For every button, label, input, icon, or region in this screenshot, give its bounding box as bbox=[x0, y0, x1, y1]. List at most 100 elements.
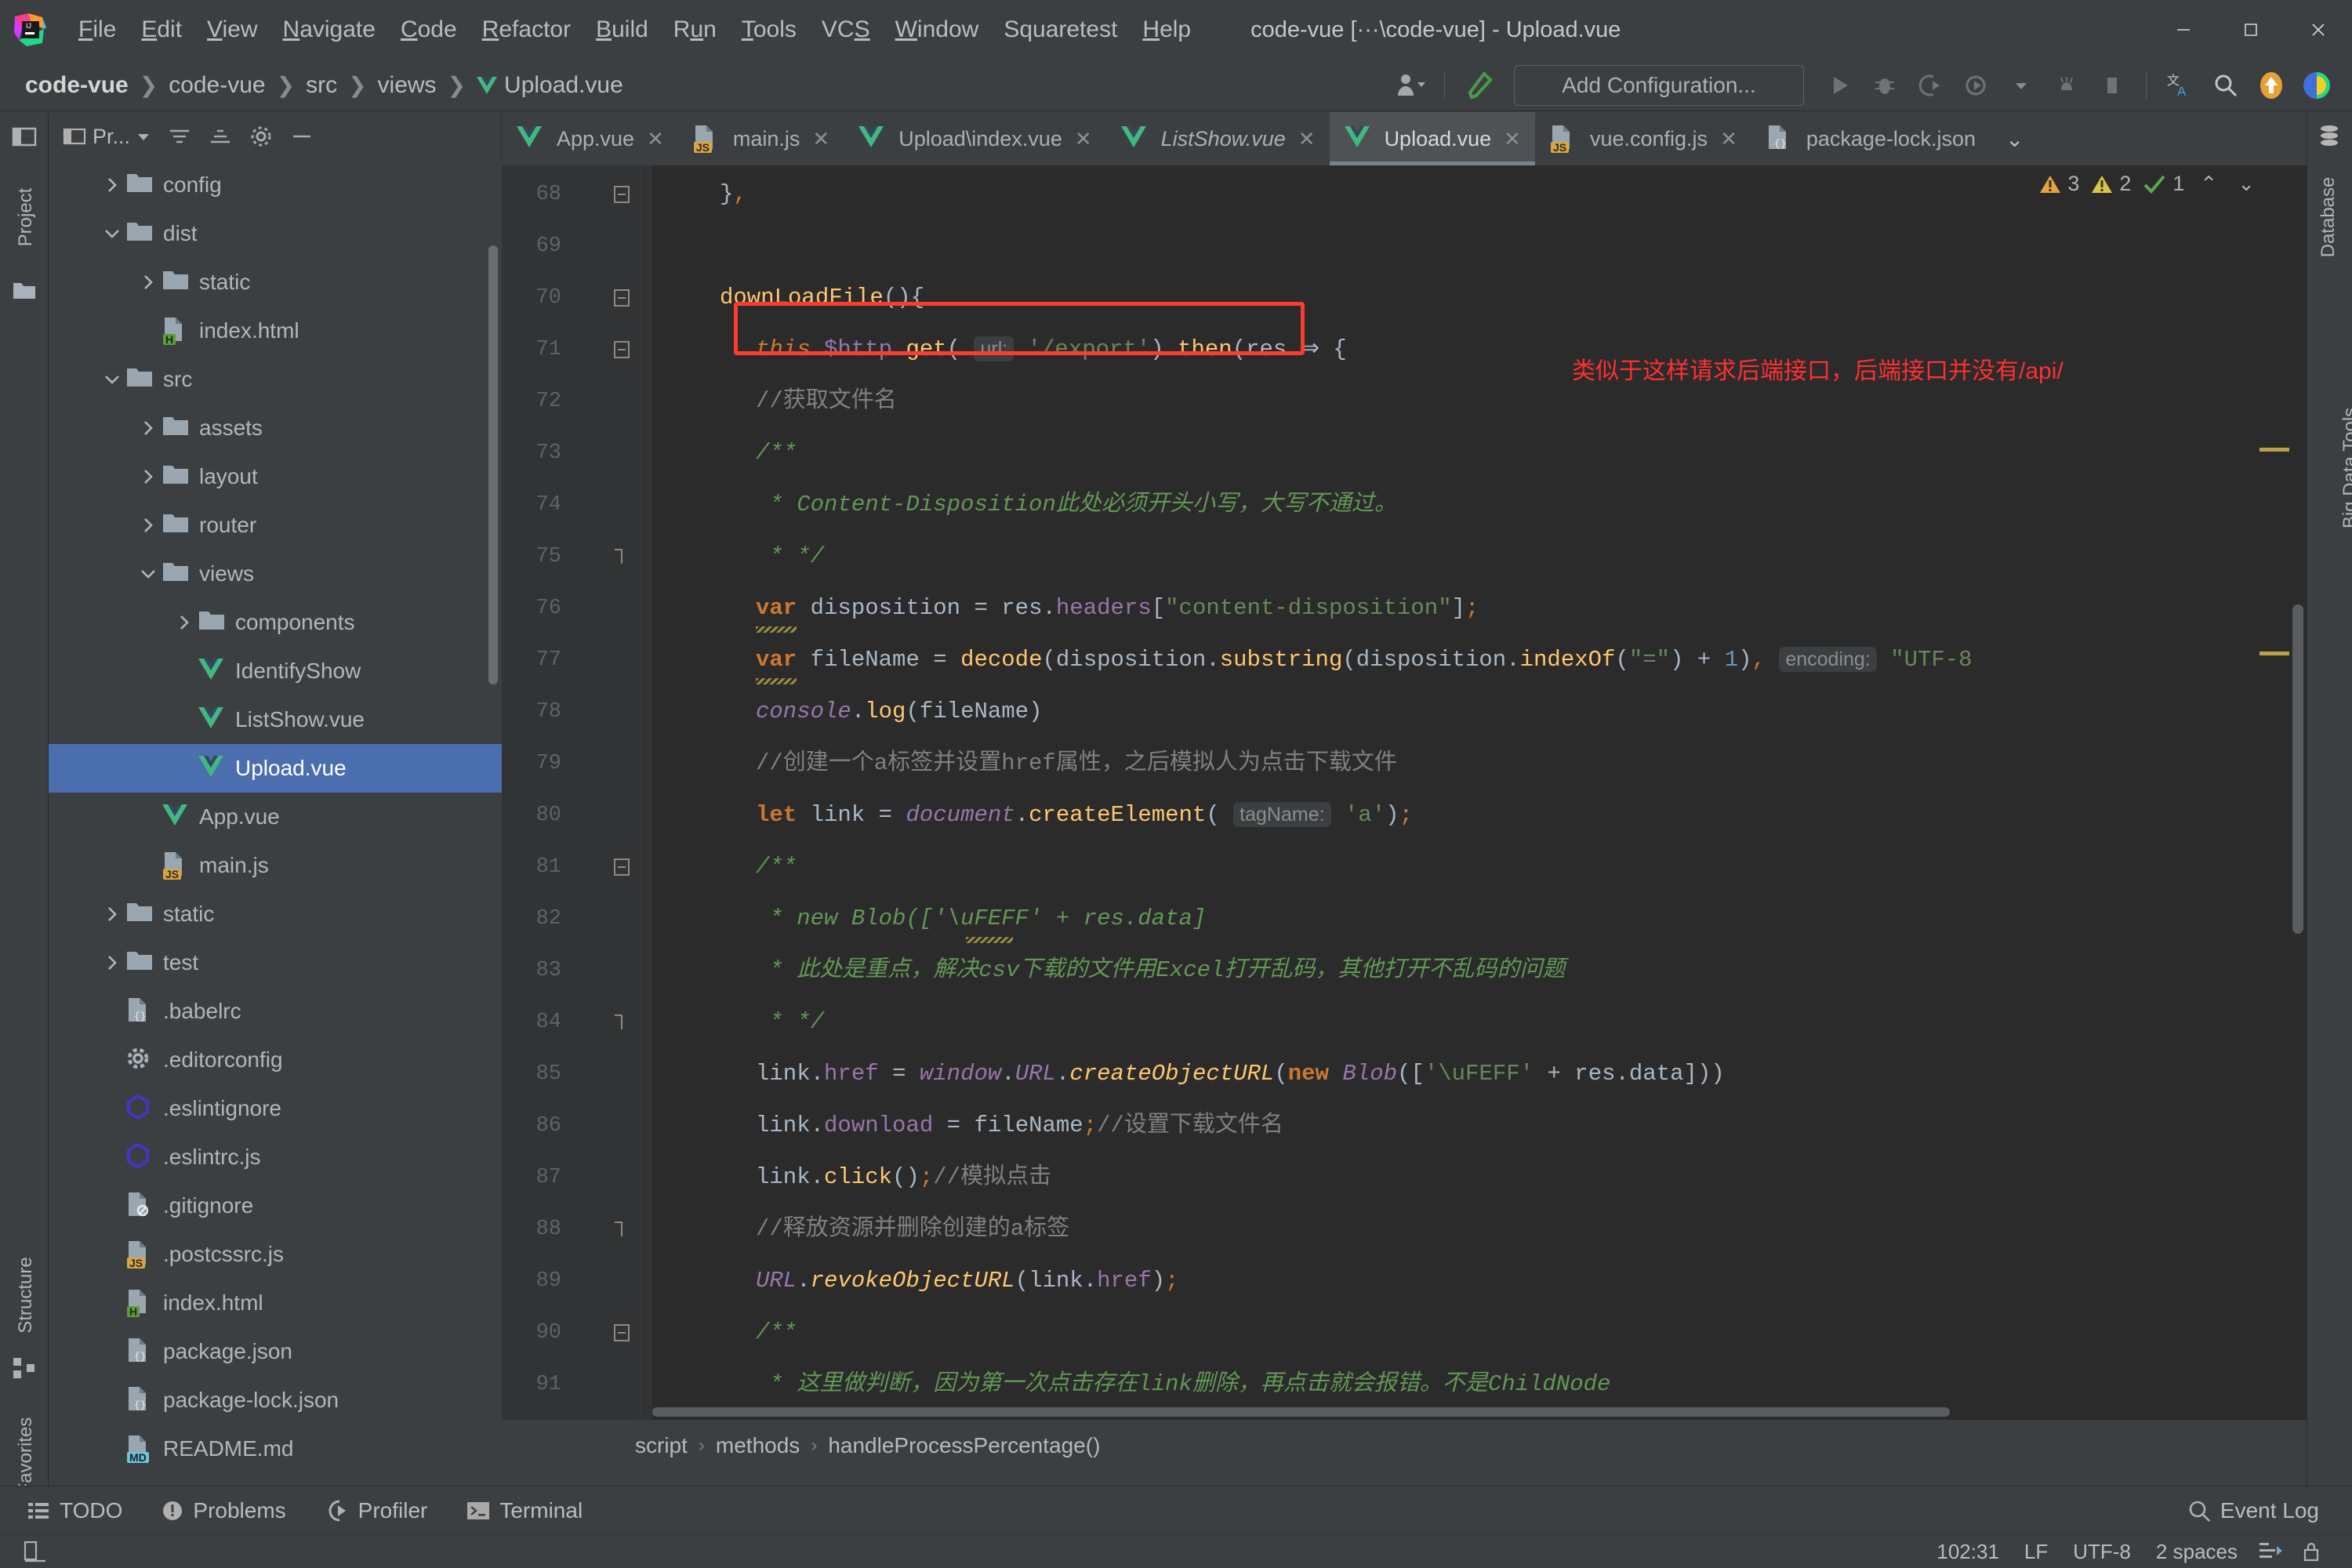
menu-item-vcs[interactable]: VCS bbox=[809, 12, 883, 48]
close-tab-icon[interactable]: ✕ bbox=[1504, 127, 1521, 151]
run-icon[interactable] bbox=[1818, 65, 1860, 106]
project-tree-scrollbar[interactable] bbox=[488, 245, 498, 684]
menu-item-file[interactable]: File bbox=[66, 12, 129, 48]
menu-item-run[interactable]: Run bbox=[661, 12, 729, 48]
tree-node[interactable]: layout bbox=[49, 452, 502, 501]
inspection-warnings-yellow[interactable]: 2 bbox=[2090, 172, 2131, 196]
ide-feature-icon[interactable] bbox=[2296, 65, 2338, 106]
menu-item-navigate[interactable]: Navigate bbox=[270, 12, 388, 48]
menu-item-tools[interactable]: Tools bbox=[729, 12, 809, 48]
tree-node[interactable]: Hindex.html bbox=[49, 1279, 502, 1327]
caret-position[interactable]: 102:31 bbox=[1924, 1537, 2012, 1567]
file-encoding[interactable]: UTF-8 bbox=[2060, 1537, 2143, 1567]
code-fold-marker[interactable] bbox=[610, 1218, 633, 1247]
inspection-widget[interactable]: 3 2 1 ⌃ ⌄ bbox=[2038, 172, 2259, 196]
structure-tool-icon[interactable] bbox=[11, 1355, 38, 1381]
breadcrumb-item-file[interactable]: Upload.vue bbox=[470, 70, 630, 101]
menu-item-view[interactable]: View bbox=[194, 12, 270, 48]
hide-panel-icon[interactable] bbox=[284, 118, 320, 154]
line-separator[interactable]: LF bbox=[2012, 1537, 2060, 1567]
code-line[interactable]: //创建一个a标签并设置href属性，之后模拟人为点击下载文件 bbox=[756, 752, 1397, 775]
chevron-down-icon[interactable] bbox=[99, 366, 125, 393]
code-line[interactable]: link.href = window.URL.createObjectURL(n… bbox=[756, 1062, 1725, 1085]
search-everywhere-icon[interactable] bbox=[2205, 65, 2247, 106]
code-line[interactable]: * */ bbox=[756, 1011, 824, 1033]
menu-item-squaretest[interactable]: Squaretest bbox=[991, 12, 1130, 48]
event-log-button[interactable]: Event Log bbox=[2161, 1494, 2332, 1528]
bottom-tab-problems[interactable]: Problems bbox=[149, 1494, 298, 1528]
chevron-right-icon[interactable] bbox=[99, 949, 125, 976]
indent-setting[interactable]: 2 spaces bbox=[2143, 1537, 2250, 1567]
chevron-up-icon[interactable]: ⌃ bbox=[2195, 172, 2222, 196]
tree-node[interactable]: MDREADME.md bbox=[49, 1425, 502, 1473]
tool-window-project-label[interactable]: Project bbox=[15, 174, 37, 260]
code-line[interactable]: }, bbox=[720, 183, 747, 205]
close-tab-icon[interactable]: ✕ bbox=[812, 127, 829, 151]
tree-node[interactable]: ListShow.vue bbox=[49, 695, 502, 744]
tree-node[interactable]: .gitignore bbox=[49, 1181, 502, 1230]
breadcrumb-item-src[interactable]: src bbox=[299, 70, 343, 101]
code-line[interactable]: * 此处是重点，解决csv下载的文件用Excel打开乱码，其他打开不乱码的问题 bbox=[756, 959, 1565, 982]
project-tool-icon[interactable] bbox=[11, 123, 38, 150]
tree-node[interactable]: views bbox=[49, 550, 502, 598]
close-tab-icon[interactable]: ✕ bbox=[1075, 127, 1092, 151]
tabs-overflow-chevron-down-icon[interactable]: ⌄ bbox=[1990, 112, 2039, 165]
breadcrumb-item-module[interactable]: code-vue bbox=[162, 70, 271, 101]
editor-tab[interactable]: JSvue.config.js✕ bbox=[1535, 112, 1751, 165]
editor-tab-bar[interactable]: App.vue✕JSmain.js✕Upload\index.vue✕ListS… bbox=[502, 112, 2307, 165]
editor-tab[interactable]: Upload\index.vue✕ bbox=[844, 112, 1105, 165]
run-with-coverage-icon[interactable] bbox=[1909, 65, 1951, 106]
tree-node[interactable]: .editorconfig bbox=[49, 1036, 502, 1084]
tree-node[interactable]: test bbox=[49, 938, 502, 987]
code-line[interactable]: var fileName = decode(disposition.substr… bbox=[756, 648, 1973, 671]
tool-window-database-label[interactable]: Database bbox=[2318, 174, 2339, 260]
tool-window-structure-label[interactable]: Structure bbox=[15, 1252, 37, 1338]
editor-hscroll-thumb[interactable] bbox=[652, 1407, 1950, 1417]
tree-node[interactable]: .eslintrc.js bbox=[49, 1133, 502, 1181]
editor-tab[interactable]: JSmain.js✕ bbox=[678, 112, 844, 165]
close-tab-icon[interactable]: ✕ bbox=[647, 127, 664, 151]
indent-config-icon[interactable] bbox=[2258, 1540, 2285, 1563]
tree-node[interactable]: src bbox=[49, 355, 502, 404]
code-crumb-script[interactable]: script bbox=[635, 1433, 688, 1458]
chevron-right-icon[interactable] bbox=[135, 512, 162, 539]
minimize-button[interactable] bbox=[2150, 0, 2217, 60]
breadcrumb-item-views[interactable]: views bbox=[372, 70, 443, 101]
stop-icon[interactable] bbox=[2091, 65, 2133, 106]
code-fold-marker[interactable] bbox=[610, 1011, 633, 1040]
breadcrumb-item-project[interactable]: code-vue bbox=[19, 70, 135, 101]
bottom-tab-todo[interactable]: TODO bbox=[14, 1494, 135, 1528]
editor-horizontal-scrollbar[interactable] bbox=[652, 1404, 2289, 1420]
update-project-icon[interactable] bbox=[2250, 65, 2292, 106]
folder-icon[interactable] bbox=[11, 277, 38, 303]
code-line[interactable]: * */ bbox=[756, 545, 824, 568]
tree-node[interactable]: router bbox=[49, 501, 502, 550]
chevron-right-icon[interactable] bbox=[99, 172, 125, 198]
read-only-lock-icon[interactable] bbox=[2300, 1540, 2327, 1563]
code-line[interactable]: /** bbox=[756, 855, 797, 878]
chevron-right-icon[interactable] bbox=[171, 609, 198, 636]
chevron-down-icon[interactable]: ⌄ bbox=[2233, 172, 2259, 196]
project-file-tree[interactable]: configdiststaticHindex.htmlsrcassetslayo… bbox=[49, 161, 502, 1486]
code-line[interactable]: * 这里做判断，因为第一次点击存在link删除，再点击就会报错。不是ChildN… bbox=[756, 1373, 1610, 1396]
menu-item-edit[interactable]: Edit bbox=[129, 12, 194, 48]
tree-node[interactable]: {}package.json bbox=[49, 1327, 502, 1376]
chevron-right-icon[interactable] bbox=[135, 415, 162, 441]
translate-icon[interactable]: 文A bbox=[2159, 65, 2201, 106]
tree-node[interactable]: components bbox=[49, 598, 502, 647]
code-line[interactable]: //获取文件名 bbox=[756, 390, 897, 412]
menu-item-help[interactable]: Help bbox=[1130, 12, 1203, 48]
close-tab-icon[interactable]: ✕ bbox=[1298, 127, 1316, 151]
event-log[interactable]: Event Log bbox=[2175, 1494, 2332, 1528]
code-crumb-methods[interactable]: methods bbox=[716, 1433, 800, 1458]
code-line[interactable]: link.click();//模拟点击 bbox=[756, 1166, 1051, 1189]
code-line[interactable]: * Content-Disposition此处必须开头小写，大写不通过。 bbox=[756, 493, 1397, 516]
editor-tab[interactable]: {}package-lock.json bbox=[1751, 112, 1990, 165]
code-line[interactable]: link.download = fileName;//设置下载文件名 bbox=[756, 1114, 1283, 1137]
close-tab-icon[interactable]: ✕ bbox=[1720, 127, 1737, 151]
menu-item-window[interactable]: Window bbox=[883, 12, 992, 48]
editor-tab[interactable]: Upload.vue✕ bbox=[1330, 112, 1535, 165]
code-line[interactable]: var disposition = res.headers["content-d… bbox=[756, 597, 1479, 619]
tree-node[interactable]: Hindex.html bbox=[49, 307, 502, 355]
editor-tab[interactable]: ListShow.vue✕ bbox=[1106, 112, 1330, 165]
